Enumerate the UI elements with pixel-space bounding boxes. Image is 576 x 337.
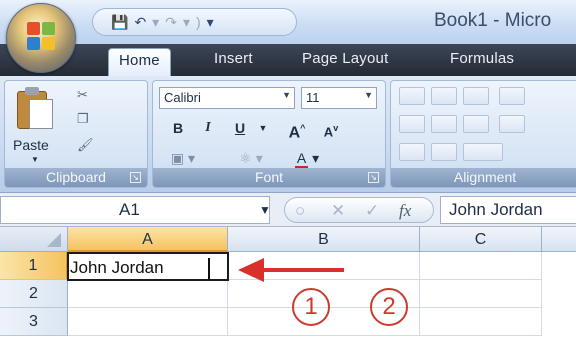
orientation-icon[interactable] xyxy=(463,143,503,161)
font-name-select[interactable]: Calibri ▼ xyxy=(159,87,295,109)
clipboard-group-label: Clipboard xyxy=(5,168,147,187)
copy-icon[interactable]: ❐ xyxy=(77,111,89,127)
grow-font-button[interactable]: A^ xyxy=(283,117,311,141)
alignment-group: Alignment xyxy=(390,80,576,188)
worksheet-grid: A B C 1 2 3 John Jordan 1 2 xyxy=(0,227,576,337)
underline-button[interactable]: U xyxy=(229,117,251,139)
shrink-font-button[interactable]: Av xyxy=(317,117,345,139)
fill-color-button[interactable]: ⚛ ▾ xyxy=(223,147,279,169)
step-2-badge: 2 xyxy=(370,288,408,326)
tab-page-layout[interactable]: Page Layout xyxy=(302,50,388,67)
font-launcher-icon[interactable]: ↘ xyxy=(368,172,379,183)
step-1-badge: 1 xyxy=(292,288,330,326)
bold-button[interactable]: B xyxy=(167,117,189,139)
format-painter-icon[interactable]: 🖌 xyxy=(77,137,94,153)
office-button[interactable] xyxy=(6,3,76,73)
undo-icon[interactable]: ↶ xyxy=(134,15,146,29)
window-title: Book1 - Micro xyxy=(434,10,552,31)
formula-input[interactable]: John Jordan xyxy=(440,196,576,224)
paste-icon[interactable] xyxy=(13,87,55,131)
font-group: Calibri ▼ 11 ▼ B I U ▼ A^ Av ▣ ▾ ⚛ ▾ A ▾… xyxy=(152,80,386,188)
chevron-down-icon[interactable]: ▾ xyxy=(183,15,190,29)
cell-c2[interactable] xyxy=(420,280,542,308)
enter-icon[interactable]: ✓ xyxy=(365,201,379,221)
cell-c3[interactable] xyxy=(420,308,542,336)
circle-icon: ○ xyxy=(295,201,306,220)
formula-buttons: ○ ✕ ✓ fx xyxy=(284,197,434,223)
column-header-b[interactable]: B xyxy=(228,227,420,252)
excel-window: 💾 ↶ ▾ ↷ ▾ ) ▾ Book1 - Micro Home Insert … xyxy=(0,0,576,337)
save-icon[interactable]: 💾 xyxy=(111,15,128,29)
align-right-icon[interactable] xyxy=(463,115,489,133)
chevron-down-icon: ▼ xyxy=(282,90,291,100)
align-left-icon[interactable] xyxy=(399,115,425,133)
align-top-icon[interactable] xyxy=(399,87,425,105)
ribbon: Paste ▼ ✂ ❐ 🖌 Clipboard ↘ Calibri ▼ 11 ▼… xyxy=(0,76,576,193)
arrow-icon xyxy=(238,258,264,282)
alignment-group-label: Alignment xyxy=(391,168,576,187)
borders-button[interactable]: ▣ ▾ xyxy=(159,147,207,169)
increase-indent-icon[interactable] xyxy=(431,143,457,161)
clipboard-launcher-icon[interactable]: ↘ xyxy=(130,172,141,183)
wrap-text-icon[interactable] xyxy=(499,87,525,105)
office-logo-icon xyxy=(27,22,57,52)
ribbon-tabs: Home Insert Page Layout Formulas xyxy=(0,44,576,76)
row-header-1[interactable]: 1 xyxy=(0,252,68,280)
insert-function-icon[interactable]: fx xyxy=(399,201,411,221)
row-header-3[interactable]: 3 xyxy=(0,308,68,336)
cancel-icon[interactable]: ✕ xyxy=(331,201,345,221)
separator: ) xyxy=(195,14,201,30)
tab-formulas[interactable]: Formulas xyxy=(450,50,514,67)
chevron-down-icon[interactable]: ▼ xyxy=(259,203,271,217)
decrease-indent-icon[interactable] xyxy=(399,143,425,161)
quick-access-toolbar: 💾 ↶ ▾ ↷ ▾ ) ▾ xyxy=(92,8,297,36)
merge-center-icon[interactable] xyxy=(499,115,525,133)
tab-home[interactable]: Home xyxy=(108,48,171,76)
italic-button[interactable]: I xyxy=(197,117,219,139)
cell-a2[interactable] xyxy=(68,280,228,308)
chevron-down-icon[interactable]: ▼ xyxy=(31,155,39,164)
cell-c1[interactable] xyxy=(420,252,542,280)
formula-bar: A1 ▼ ○ ✕ ✓ fx John Jordan xyxy=(0,193,576,227)
paste-button[interactable]: Paste xyxy=(13,137,49,153)
column-header-a[interactable]: A xyxy=(68,227,228,252)
align-bottom-icon[interactable] xyxy=(463,87,489,105)
cell-a3[interactable] xyxy=(68,308,228,336)
name-box[interactable]: A1 ▼ xyxy=(0,196,271,224)
redo-icon[interactable]: ↷ xyxy=(165,15,177,29)
clipboard-group: Paste ▼ ✂ ❐ 🖌 Clipboard ↘ xyxy=(4,80,148,188)
chevron-down-icon: ▼ xyxy=(364,90,373,100)
font-group-label: Font xyxy=(153,168,385,187)
font-color-button[interactable]: A ▾ xyxy=(285,147,329,169)
cut-icon[interactable]: ✂ xyxy=(77,87,88,103)
select-all-button[interactable] xyxy=(0,227,68,252)
arrow-line xyxy=(262,268,344,272)
text-cursor xyxy=(208,258,210,280)
title-bar: 💾 ↶ ▾ ↷ ▾ ) ▾ Book1 - Micro xyxy=(0,0,576,44)
tab-insert[interactable]: Insert xyxy=(214,50,253,67)
cell-a1-text: John Jordan xyxy=(70,258,164,277)
column-header-c[interactable]: C xyxy=(420,227,542,252)
column-header-d[interactable] xyxy=(542,227,576,252)
chevron-down-icon[interactable]: ▼ xyxy=(257,117,269,139)
row-header-2[interactable]: 2 xyxy=(0,280,68,308)
customize-toolbar-icon[interactable]: ▾ xyxy=(207,15,214,29)
align-middle-icon[interactable] xyxy=(431,87,457,105)
font-size-select[interactable]: 11 ▼ xyxy=(301,87,377,109)
align-center-icon[interactable] xyxy=(431,115,457,133)
chevron-down-icon[interactable]: ▾ xyxy=(152,15,159,29)
